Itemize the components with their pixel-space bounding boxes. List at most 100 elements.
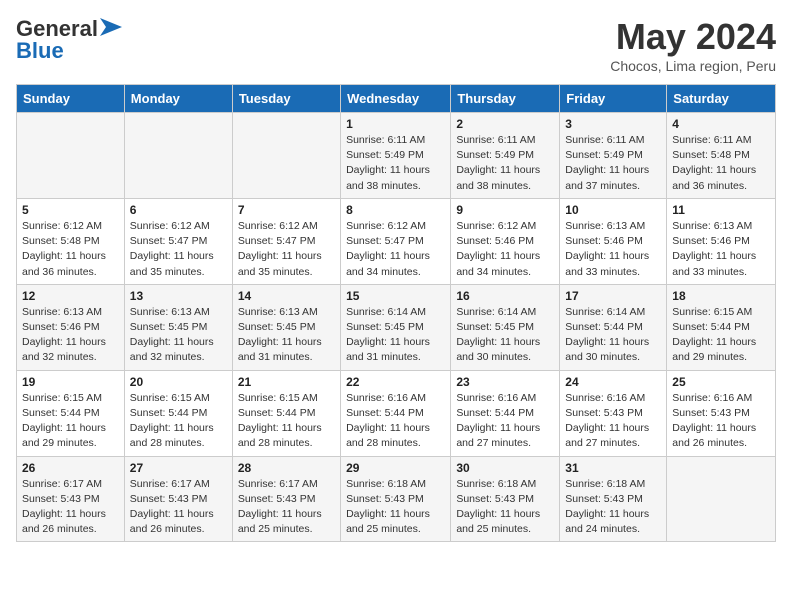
calendar-header: SundayMondayTuesdayWednesdayThursdayFrid… xyxy=(17,85,776,113)
weekday-header: Friday xyxy=(560,85,667,113)
day-info: Sunrise: 6:12 AM Sunset: 5:47 PM Dayligh… xyxy=(238,219,335,280)
day-number: 11 xyxy=(672,203,770,217)
weekday-header: Saturday xyxy=(667,85,776,113)
day-info: Sunrise: 6:11 AM Sunset: 5:49 PM Dayligh… xyxy=(346,133,445,194)
day-number: 27 xyxy=(130,461,227,475)
day-number: 29 xyxy=(346,461,445,475)
day-number: 31 xyxy=(565,461,661,475)
day-number: 20 xyxy=(130,375,227,389)
day-number: 7 xyxy=(238,203,335,217)
day-info: Sunrise: 6:11 AM Sunset: 5:49 PM Dayligh… xyxy=(565,133,661,194)
day-info: Sunrise: 6:15 AM Sunset: 5:44 PM Dayligh… xyxy=(672,305,770,366)
calendar-cell: 20 Sunrise: 6:15 AM Sunset: 5:44 PM Dayli… xyxy=(124,370,232,456)
calendar-cell: 9 Sunrise: 6:12 AM Sunset: 5:46 PM Daylig… xyxy=(451,198,560,284)
day-number: 22 xyxy=(346,375,445,389)
day-info: Sunrise: 6:14 AM Sunset: 5:45 PM Dayligh… xyxy=(346,305,445,366)
weekday-header: Tuesday xyxy=(232,85,340,113)
calendar-cell: 7 Sunrise: 6:12 AM Sunset: 5:47 PM Daylig… xyxy=(232,198,340,284)
day-number: 23 xyxy=(456,375,554,389)
day-number: 24 xyxy=(565,375,661,389)
day-number: 30 xyxy=(456,461,554,475)
day-number: 14 xyxy=(238,289,335,303)
day-info: Sunrise: 6:13 AM Sunset: 5:46 PM Dayligh… xyxy=(565,219,661,280)
day-number: 5 xyxy=(22,203,119,217)
calendar-body: 1 Sunrise: 6:11 AM Sunset: 5:49 PM Daylig… xyxy=(17,113,776,542)
day-info: Sunrise: 6:17 AM Sunset: 5:43 PM Dayligh… xyxy=(22,477,119,538)
logo-arrow-icon xyxy=(100,18,122,36)
calendar-cell: 10Sunrise: 6:13 AM Sunset: 5:46 PM Dayli… xyxy=(560,198,667,284)
title-block: May 2024 Chocos, Lima region, Peru xyxy=(610,16,776,74)
day-number: 3 xyxy=(565,117,661,131)
calendar-cell: 3 Sunrise: 6:11 AM Sunset: 5:49 PM Daylig… xyxy=(560,113,667,199)
calendar-cell: 22 Sunrise: 6:16 AM Sunset: 5:44 PM Dayli… xyxy=(341,370,451,456)
day-info: Sunrise: 6:15 AM Sunset: 5:44 PM Dayligh… xyxy=(130,391,227,452)
day-info: Sunrise: 6:12 AM Sunset: 5:46 PM Dayligh… xyxy=(456,219,554,280)
day-number: 25 xyxy=(672,375,770,389)
calendar-cell xyxy=(17,113,125,199)
day-number: 9 xyxy=(456,203,554,217)
calendar-cell: 2 Sunrise: 6:11 AM Sunset: 5:49 PM Daylig… xyxy=(451,113,560,199)
calendar-table: SundayMondayTuesdayWednesdayThursdayFrid… xyxy=(16,84,776,542)
calendar-cell: 30 Sunrise: 6:18 AM Sunset: 5:43 PM Dayli… xyxy=(451,456,560,542)
calendar-cell: 16 Sunrise: 6:14 AM Sunset: 5:45 PM Dayli… xyxy=(451,284,560,370)
day-info: Sunrise: 6:12 AM Sunset: 5:47 PM Dayligh… xyxy=(130,219,227,280)
day-info: Sunrise: 6:12 AM Sunset: 5:47 PM Dayligh… xyxy=(346,219,445,280)
day-number: 8 xyxy=(346,203,445,217)
day-info: Sunrise: 6:15 AM Sunset: 5:44 PM Dayligh… xyxy=(238,391,335,452)
day-info: Sunrise: 6:11 AM Sunset: 5:48 PM Dayligh… xyxy=(672,133,770,194)
day-info: Sunrise: 6:18 AM Sunset: 5:43 PM Dayligh… xyxy=(456,477,554,538)
calendar-cell: 11 Sunrise: 6:13 AM Sunset: 5:46 PM Dayli… xyxy=(667,198,776,284)
day-info: Sunrise: 6:16 AM Sunset: 5:44 PM Dayligh… xyxy=(456,391,554,452)
day-number: 12 xyxy=(22,289,119,303)
day-number: 19 xyxy=(22,375,119,389)
day-info: Sunrise: 6:13 AM Sunset: 5:45 PM Dayligh… xyxy=(130,305,227,366)
weekday-header: Monday xyxy=(124,85,232,113)
calendar-cell: 21Sunrise: 6:15 AM Sunset: 5:44 PM Dayli… xyxy=(232,370,340,456)
day-number: 1 xyxy=(346,117,445,131)
calendar-cell: 18 Sunrise: 6:15 AM Sunset: 5:44 PM Dayli… xyxy=(667,284,776,370)
calendar-cell: 15 Sunrise: 6:14 AM Sunset: 5:45 PM Dayli… xyxy=(341,284,451,370)
day-info: Sunrise: 6:13 AM Sunset: 5:46 PM Dayligh… xyxy=(672,219,770,280)
day-info: Sunrise: 6:12 AM Sunset: 5:48 PM Dayligh… xyxy=(22,219,119,280)
weekday-header: Sunday xyxy=(17,85,125,113)
calendar-cell: 5 Sunrise: 6:12 AM Sunset: 5:48 PM Daylig… xyxy=(17,198,125,284)
day-number: 2 xyxy=(456,117,554,131)
location: Chocos, Lima region, Peru xyxy=(610,58,776,74)
calendar-cell xyxy=(124,113,232,199)
day-number: 4 xyxy=(672,117,770,131)
day-number: 28 xyxy=(238,461,335,475)
day-info: Sunrise: 6:17 AM Sunset: 5:43 PM Dayligh… xyxy=(130,477,227,538)
calendar-cell: 23 Sunrise: 6:16 AM Sunset: 5:44 PM Dayli… xyxy=(451,370,560,456)
calendar-cell: 13Sunrise: 6:13 AM Sunset: 5:45 PM Dayli… xyxy=(124,284,232,370)
day-info: Sunrise: 6:15 AM Sunset: 5:44 PM Dayligh… xyxy=(22,391,119,452)
day-info: Sunrise: 6:18 AM Sunset: 5:43 PM Dayligh… xyxy=(565,477,661,538)
day-info: Sunrise: 6:14 AM Sunset: 5:45 PM Dayligh… xyxy=(456,305,554,366)
day-info: Sunrise: 6:14 AM Sunset: 5:44 PM Dayligh… xyxy=(565,305,661,366)
day-info: Sunrise: 6:16 AM Sunset: 5:44 PM Dayligh… xyxy=(346,391,445,452)
day-info: Sunrise: 6:17 AM Sunset: 5:43 PM Dayligh… xyxy=(238,477,335,538)
day-info: Sunrise: 6:11 AM Sunset: 5:49 PM Dayligh… xyxy=(456,133,554,194)
weekday-header: Thursday xyxy=(451,85,560,113)
day-number: 15 xyxy=(346,289,445,303)
calendar-cell: 28 Sunrise: 6:17 AM Sunset: 5:43 PM Dayli… xyxy=(232,456,340,542)
calendar-cell: 24Sunrise: 6:16 AM Sunset: 5:43 PM Dayli… xyxy=(560,370,667,456)
logo: General Blue xyxy=(16,16,122,64)
calendar-cell xyxy=(667,456,776,542)
calendar-cell: 26 Sunrise: 6:17 AM Sunset: 5:43 PM Dayli… xyxy=(17,456,125,542)
calendar-cell: 14 Sunrise: 6:13 AM Sunset: 5:45 PM Dayli… xyxy=(232,284,340,370)
logo-blue: Blue xyxy=(16,38,64,64)
calendar-cell: 27 Sunrise: 6:17 AM Sunset: 5:43 PM Dayli… xyxy=(124,456,232,542)
calendar-cell: 25Sunrise: 6:16 AM Sunset: 5:43 PM Dayli… xyxy=(667,370,776,456)
calendar-cell: 19 Sunrise: 6:15 AM Sunset: 5:44 PM Dayli… xyxy=(17,370,125,456)
day-number: 18 xyxy=(672,289,770,303)
calendar-cell: 31 Sunrise: 6:18 AM Sunset: 5:43 PM Dayli… xyxy=(560,456,667,542)
day-number: 16 xyxy=(456,289,554,303)
calendar-cell: 29Sunrise: 6:18 AM Sunset: 5:43 PM Dayli… xyxy=(341,456,451,542)
calendar-cell: 8 Sunrise: 6:12 AM Sunset: 5:47 PM Daylig… xyxy=(341,198,451,284)
day-number: 26 xyxy=(22,461,119,475)
weekday-header: Wednesday xyxy=(341,85,451,113)
calendar-cell: 6Sunrise: 6:12 AM Sunset: 5:47 PM Daylig… xyxy=(124,198,232,284)
day-info: Sunrise: 6:13 AM Sunset: 5:45 PM Dayligh… xyxy=(238,305,335,366)
month-title: May 2024 xyxy=(610,16,776,58)
page-header: General Blue May 2024 Chocos, Lima regio… xyxy=(16,16,776,74)
